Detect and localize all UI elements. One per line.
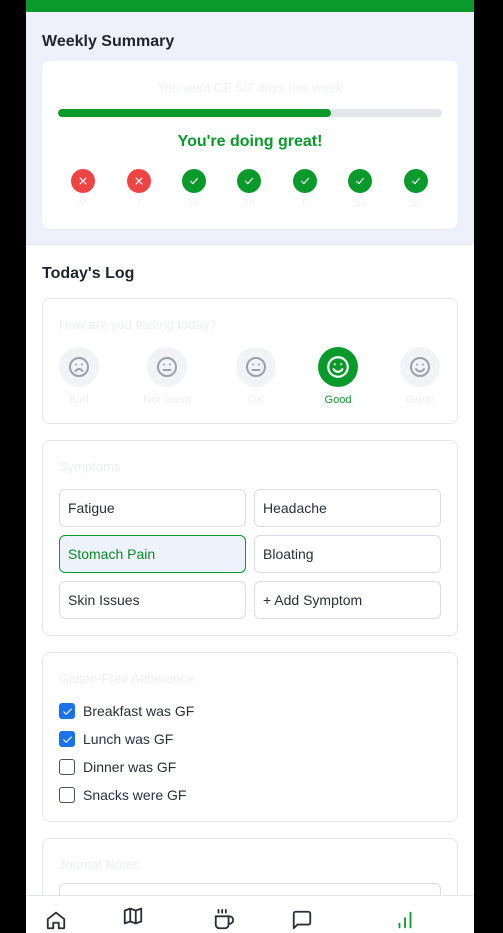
day-label: M	[78, 198, 88, 209]
day-indicator: F	[293, 169, 317, 209]
mood-option[interactable]: Not Great	[131, 347, 203, 406]
meal-checkbox[interactable]	[59, 759, 75, 775]
symptom-chip[interactable]: Stomach Pain	[59, 535, 246, 573]
chat-icon[interactable]	[290, 908, 314, 932]
mood-label: Bad	[69, 394, 89, 406]
meal-checkbox[interactable]	[59, 787, 75, 803]
x-icon	[127, 169, 151, 193]
mood-label: Great	[406, 394, 434, 406]
home-icon[interactable]	[44, 908, 68, 932]
mood-option[interactable]: Great	[384, 347, 456, 406]
mood-label: OK	[248, 394, 264, 406]
day-label: F	[301, 198, 309, 209]
journal-title: Journal Notes	[59, 857, 140, 872]
day-label: Su	[409, 198, 423, 209]
symptom-chip[interactable]: Fatigue	[59, 489, 246, 527]
day-label: W	[189, 198, 199, 209]
day-label: Sa	[353, 198, 367, 209]
symptom-chip[interactable]: Skin Issues	[59, 581, 246, 619]
day-indicator: Sa	[348, 169, 372, 209]
weekly-summary-title: Weekly Summary	[42, 33, 175, 50]
meal-checkbox-row[interactable]: Dinner was GF	[59, 757, 176, 777]
meal-checkbox-row[interactable]: Snacks were GF	[59, 785, 186, 805]
todays-log-title: Today's Log	[42, 265, 135, 282]
check-icon	[293, 169, 317, 193]
meal-checkbox[interactable]	[59, 731, 75, 747]
meal-checkbox[interactable]	[59, 703, 75, 719]
sad-face-icon	[59, 347, 99, 387]
meal-label: Dinner was GF	[83, 759, 177, 775]
meal-checkbox-row[interactable]: Lunch was GF	[59, 729, 173, 749]
check-icon	[182, 169, 206, 193]
add-symptom-button[interactable]: + Add Symptom	[254, 581, 441, 619]
bottom-nav	[26, 895, 474, 933]
day-indicators: M T W Th F Sa Su	[58, 169, 442, 219]
mood-label: Good	[324, 394, 352, 406]
coffee-icon[interactable]	[212, 908, 236, 932]
chart-icon[interactable]	[393, 908, 417, 932]
smile-face-icon	[400, 347, 440, 387]
day-indicator: W	[182, 169, 206, 209]
day-indicator: Th	[237, 169, 261, 209]
day-indicator: T	[127, 169, 151, 209]
meal-label: Lunch was GF	[83, 731, 174, 747]
mood-option[interactable]: OK	[220, 347, 292, 406]
adherence-title: Gluten-Free Adherence	[59, 671, 195, 686]
adherence-progress-bar	[58, 109, 442, 117]
weekly-summary-card: You went GF 5/7 days this week You're do…	[42, 61, 458, 229]
map-icon[interactable]	[121, 904, 145, 928]
mood-label: Not Great	[143, 394, 191, 406]
mood-option[interactable]: Bad	[43, 347, 115, 406]
check-icon	[348, 169, 372, 193]
symptoms-title: Symptoms	[59, 459, 121, 474]
day-indicator: Su	[404, 169, 428, 209]
symptom-chip[interactable]: Bloating	[254, 535, 441, 573]
mood-card: How are you feeling today? Bad Not Great O…	[42, 298, 458, 424]
symptoms-card: Symptoms Fatigue Headache Stomach Pain Bloa…	[42, 440, 458, 636]
day-label: Th	[243, 198, 255, 209]
meal-label: Snacks were GF	[83, 787, 187, 803]
day-label: T	[135, 198, 143, 209]
adherence-card: Gluten-Free Adherence Breakfast was GF Lu…	[42, 652, 458, 822]
symptom-chip[interactable]: Headache	[254, 489, 441, 527]
neutral-face-icon	[236, 347, 276, 387]
encouragement-text: You're doing great!	[177, 133, 323, 150]
x-icon	[71, 169, 95, 193]
check-icon	[404, 169, 428, 193]
top-bar	[26, 0, 474, 12]
check-icon	[237, 169, 261, 193]
weekly-summary-section: Weekly Summary You went GF 5/7 days this…	[26, 12, 474, 245]
mood-option[interactable]: Good	[302, 347, 374, 406]
adherence-progress-fill	[58, 109, 331, 117]
adherence-summary-text: You went GF 5/7 days this week	[157, 80, 343, 95]
meal-label: Breakfast was GF	[83, 703, 195, 719]
meal-checkbox-row[interactable]: Breakfast was GF	[59, 701, 194, 721]
app-screen: Weekly Summary You went GF 5/7 days this…	[26, 0, 474, 933]
day-indicator: M	[71, 169, 95, 209]
mood-question: How are you feeling today?	[59, 317, 217, 332]
smile-face-icon	[318, 347, 358, 387]
neutral-face-icon	[147, 347, 187, 387]
